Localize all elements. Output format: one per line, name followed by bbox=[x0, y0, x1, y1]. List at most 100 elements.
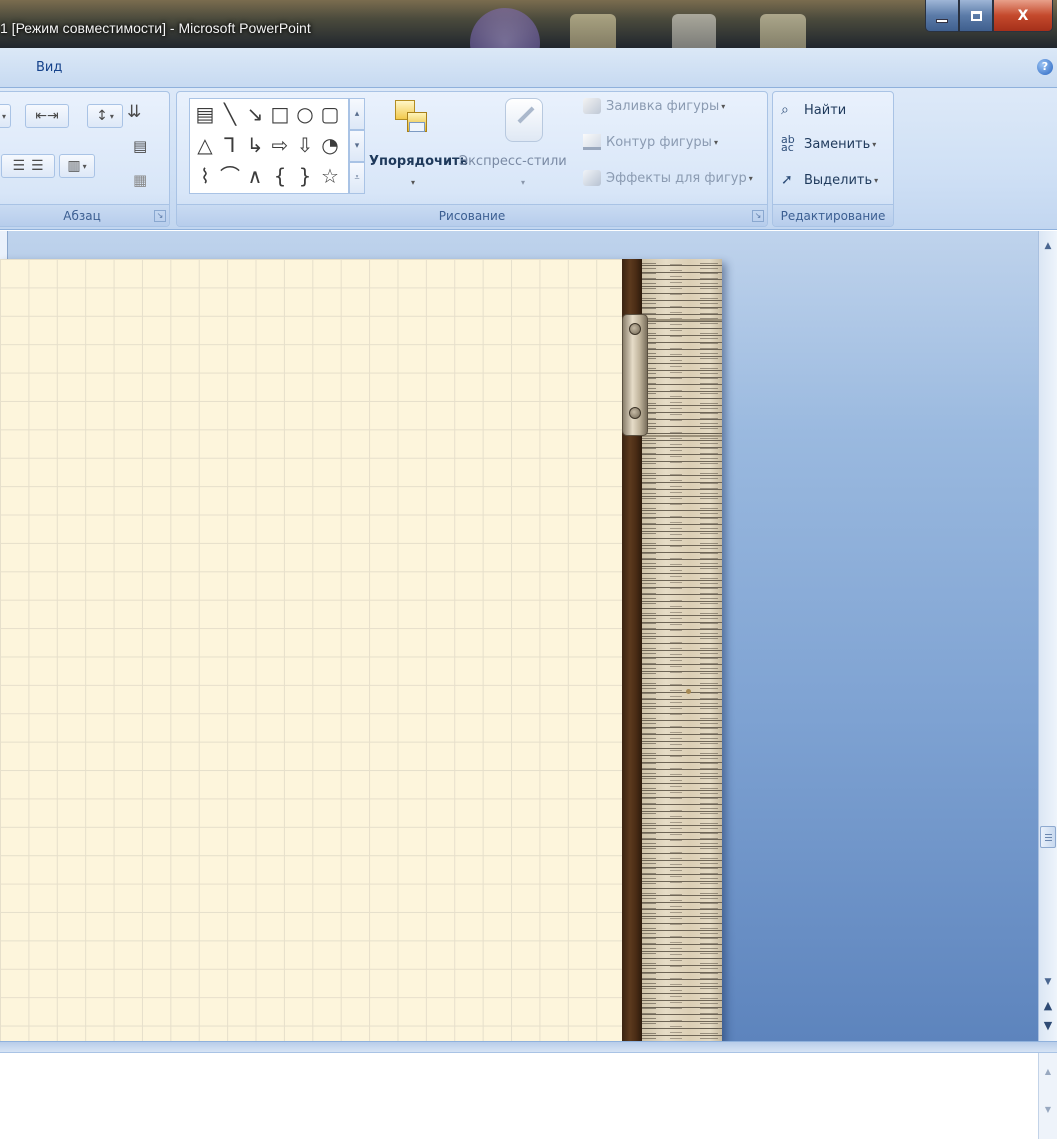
restore-icon bbox=[970, 10, 982, 21]
window-title: 1 [Режим совместимости] - Microsoft Powe… bbox=[0, 20, 311, 36]
line-spacing-button[interactable]: ↕ ▾ bbox=[87, 104, 123, 128]
select-label: Выделить bbox=[804, 172, 873, 188]
dialog-launcher-icon[interactable]: ↘ bbox=[752, 210, 764, 222]
paragraph-group-label: Абзац bbox=[0, 204, 169, 226]
help-icon[interactable]: ? bbox=[1037, 59, 1053, 75]
shape-option-icon[interactable]: ⅂ bbox=[219, 132, 241, 159]
drawing-group-label: Рисование bbox=[177, 204, 767, 226]
ruler-joint bbox=[642, 319, 722, 321]
alignment-buttons[interactable]: ☰ ☰ bbox=[1, 154, 55, 178]
scroll-up-button[interactable]: ▲ bbox=[1039, 237, 1057, 255]
shape-option-icon[interactable]: ∧ bbox=[244, 163, 266, 190]
shape-effects-label: Эффекты для фигур bbox=[606, 170, 747, 186]
arrange-icon[interactable] bbox=[391, 98, 435, 142]
text-direction-button[interactable]: ⇊ bbox=[127, 102, 151, 128]
drawing-group: ▤ ╲ ↘ □ ○ ▢ △ ⅂ ↳ ⇨ ⇩ ◔ ⌇ ⌒ ∧{} ☆ ▴ ▾ ⩡ Упорядочить ▾ bbox=[176, 91, 768, 227]
shape-option-icon[interactable]: { bbox=[269, 163, 291, 190]
vertical-scrollbar[interactable]: ▲ ▼ ▲ ▼ bbox=[1038, 231, 1057, 1041]
desktop-background-icon bbox=[470, 8, 540, 48]
editing-group: ⌕ Найти ab ac Заменить ▾ ➚ Выделить ▾ Ред… bbox=[772, 91, 894, 227]
shape-option-icon[interactable]: } bbox=[294, 163, 316, 190]
shape-option-icon[interactable]: ╲ bbox=[219, 101, 241, 128]
shape-option-icon[interactable]: ▤ bbox=[194, 101, 216, 128]
shape-fill-label: Заливка фигуры bbox=[606, 98, 720, 114]
ruler-joint bbox=[642, 435, 722, 437]
line-spacing-icon: ↕ bbox=[96, 108, 108, 124]
convert-to-smartart-button[interactable]: ▦ bbox=[133, 170, 153, 194]
shape-option-icon[interactable]: ▢ bbox=[319, 101, 341, 128]
pencil-outline-icon bbox=[583, 134, 601, 150]
dialog-launcher-icon[interactable]: ↘ bbox=[154, 210, 166, 222]
shape-option-icon[interactable]: ↳ bbox=[244, 132, 266, 159]
indent-buttons[interactable]: ⇤ ⇥ bbox=[25, 104, 69, 128]
next-slide-button[interactable]: ▼ bbox=[1039, 1017, 1057, 1035]
align-text-button[interactable]: ▤ bbox=[133, 136, 153, 160]
arrange-button[interactable]: Упорядочить bbox=[369, 154, 468, 169]
quick-styles-button[interactable]: Экспресс-стили bbox=[459, 154, 567, 169]
notes-scrollbar[interactable]: ▲ ▼ bbox=[1038, 1053, 1057, 1139]
desktop-background-icon bbox=[760, 14, 806, 48]
shape-option-icon[interactable]: ⇨ bbox=[269, 132, 291, 159]
gallery-down-button[interactable]: ▾ bbox=[349, 130, 365, 162]
paragraph-button[interactable]: ▾ bbox=[0, 104, 11, 128]
gallery-more-button[interactable]: ⩡ bbox=[349, 162, 365, 194]
shape-option-icon[interactable]: ↘ bbox=[244, 101, 266, 128]
columns-icon: ▥ bbox=[67, 158, 81, 174]
screw-icon bbox=[629, 407, 641, 419]
quick-styles-icon[interactable] bbox=[505, 98, 543, 142]
screw-icon bbox=[629, 323, 641, 335]
scroll-thumb[interactable] bbox=[1040, 826, 1056, 848]
slide-canvas[interactable] bbox=[0, 259, 722, 1044]
align-right-icon: ☰ bbox=[12, 158, 25, 174]
select-button[interactable]: ➚ Выделить ▾ bbox=[781, 172, 878, 188]
shape-effects-icon bbox=[583, 170, 601, 186]
title-bar: 1 [Режим совместимости] - Microsoft Powe… bbox=[0, 0, 1057, 48]
paint-bucket-icon bbox=[583, 98, 601, 114]
shape-option-icon[interactable]: ☆ bbox=[319, 163, 341, 190]
shapes-gallery[interactable]: ▤ ╲ ↘ □ ○ ▢ △ ⅂ ↳ ⇨ ⇩ ◔ ⌇ ⌒ ∧{} ☆ bbox=[189, 98, 349, 194]
shape-outline-label: Контур фигуры bbox=[606, 134, 712, 150]
shape-option-icon[interactable]: ⌒ bbox=[219, 163, 241, 190]
notes-splitter[interactable] bbox=[0, 1041, 1057, 1053]
dropdown-arrow-icon: ▾ bbox=[82, 161, 87, 171]
dropdown-arrow-icon: ▾ bbox=[713, 137, 718, 147]
dropdown-arrow-icon: ▾ bbox=[411, 178, 416, 187]
ruler-ticks bbox=[670, 259, 682, 1044]
shape-option-icon[interactable]: ○ bbox=[294, 101, 316, 128]
dropdown-arrow-icon: ▾ bbox=[109, 111, 114, 121]
shapes-row: ⌇ ⌒ ∧{} ☆ bbox=[190, 161, 348, 192]
notes-scroll-down-button[interactable]: ▼ bbox=[1042, 1105, 1054, 1117]
shape-outline-button[interactable]: Контур фигуры ▾ bbox=[583, 134, 718, 150]
powerpoint-window: 1 [Режим совместимости] - Microsoft Powe… bbox=[0, 0, 1057, 1139]
close-button[interactable]: X bbox=[993, 0, 1053, 32]
scroll-down-button[interactable]: ▼ bbox=[1039, 973, 1057, 991]
shape-option-icon[interactable]: ⇩ bbox=[294, 132, 316, 159]
restore-button[interactable] bbox=[959, 0, 993, 32]
shape-fill-button[interactable]: Заливка фигуры ▾ bbox=[583, 98, 725, 114]
minimize-button[interactable] bbox=[925, 0, 959, 32]
replace-button[interactable]: ab ac Заменить ▾ bbox=[781, 133, 876, 154]
minimize-icon bbox=[936, 18, 948, 23]
notes-pane[interactable] bbox=[0, 1053, 1038, 1139]
find-label: Найти bbox=[804, 102, 847, 118]
editing-group-label: Редактирование bbox=[773, 204, 893, 226]
ruler-ticks bbox=[700, 259, 718, 1044]
replace-icon: ab ac bbox=[781, 133, 795, 154]
shape-option-icon[interactable]: □ bbox=[269, 101, 291, 128]
gallery-up-button[interactable]: ▴ bbox=[349, 98, 365, 130]
justify-icon: ☰ bbox=[31, 158, 44, 174]
smartart-icon: ▦ bbox=[133, 171, 148, 189]
columns-button[interactable]: ▥ ▾ bbox=[59, 154, 95, 178]
dropdown-arrow-icon: ▾ bbox=[721, 101, 726, 111]
replace-label: Заменить bbox=[804, 136, 871, 152]
shape-option-icon[interactable]: ⌇ bbox=[194, 163, 216, 190]
shape-option-icon[interactable]: ◔ bbox=[319, 132, 341, 159]
shape-effects-button[interactable]: Эффекты для фигур ▾ bbox=[583, 170, 753, 186]
notes-scroll-up-button[interactable]: ▲ bbox=[1042, 1067, 1054, 1079]
shape-option-icon[interactable]: △ bbox=[194, 132, 216, 159]
find-button[interactable]: ⌕ Найти bbox=[781, 102, 846, 118]
previous-slide-button[interactable]: ▲ bbox=[1039, 997, 1057, 1015]
tab-view[interactable]: Вид bbox=[36, 60, 62, 75]
ribbon: ▾ ⇤ ⇥ ↕ ▾ ⇊ ▤ ▦ ☰ ☰ ▥ ▾ Абзац ↘ ▤ ╲ ↘ □ ○ ▢ △ ⅂ ↳ ⇨ ⇩… bbox=[0, 88, 1057, 230]
ruler-mark bbox=[686, 689, 691, 694]
